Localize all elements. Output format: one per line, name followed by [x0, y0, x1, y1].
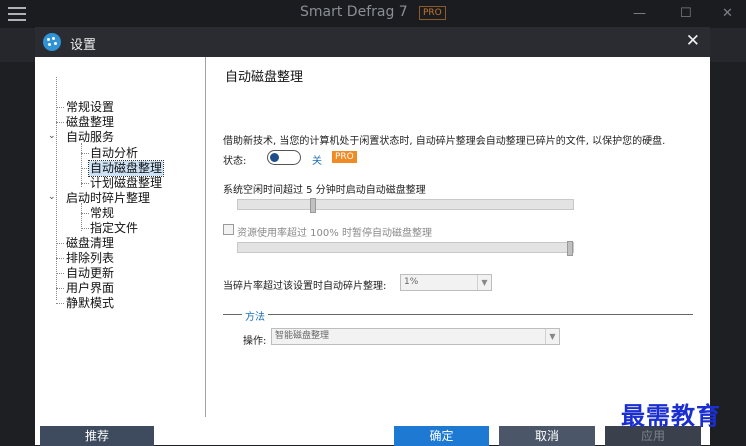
toggle-state-text: 关 — [312, 156, 322, 167]
tree-item-boot-defrag[interactable]: 启动时碎片整理 — [65, 191, 151, 206]
minimize-icon[interactable]: — — [633, 6, 646, 21]
tree-connector — [81, 203, 82, 231]
tree-item-general[interactable]: 常规设置 — [65, 100, 115, 115]
watermark-text: 最需教育 — [621, 401, 721, 430]
app-logo-icon — [43, 33, 61, 51]
tree-item-specified-files[interactable]: 指定文件 — [89, 221, 139, 236]
method-section-title: 方法 — [242, 308, 268, 323]
panel-description: 借助新技术, 当您的计算机处于闲置状态时, 自动碎片整理会自动整理已碎片的文件,… — [223, 136, 666, 147]
menu-icon[interactable] — [8, 7, 26, 21]
tree-item-defrag[interactable]: 磁盘整理 — [65, 115, 115, 130]
fragmentation-select[interactable]: 1% ▼ — [400, 274, 492, 291]
idle-time-label: 系统空闲时间超过 5 分钟时启动自动磁盘整理 — [223, 185, 426, 196]
resource-slider-thumb[interactable] — [567, 241, 573, 256]
tree-item-user-interface[interactable]: 用户界面 — [65, 281, 115, 296]
tree-item-auto-analyze[interactable]: 自动分析 — [89, 146, 139, 161]
maximize-icon[interactable]: ☐ — [680, 6, 692, 21]
idle-slider-thumb[interactable] — [310, 198, 316, 213]
app-titlebar: Smart Defrag 7 PRO — ☐ ✕ — [0, 0, 746, 28]
tree-item-auto-update[interactable]: 自动更新 — [65, 266, 115, 281]
collapse-icon[interactable]: ⌄ — [48, 131, 56, 141]
close-icon[interactable]: ✕ — [722, 6, 733, 21]
toggle-knob — [270, 153, 279, 162]
tree-item-scheduled-defrag[interactable]: 计划磁盘整理 — [89, 176, 163, 191]
app-title: Smart Defrag 7 — [300, 4, 408, 20]
ok-button[interactable]: 确定 — [394, 426, 489, 446]
method-divider — [223, 314, 693, 315]
tree-connector — [56, 77, 57, 300]
operation-value: 智能磁盘整理 — [275, 331, 330, 341]
tree-item-auto-defrag[interactable]: 自动磁盘整理 — [87, 160, 165, 177]
tree-connector — [81, 143, 82, 187]
dialog-close-icon[interactable]: ✕ — [686, 31, 700, 51]
settings-panel: 自动磁盘整理 借助新技术, 当您的计算机处于闲置状态时, 自动碎片整理会自动整理… — [206, 57, 710, 417]
resource-usage-slider[interactable] — [237, 241, 574, 256]
operation-label: 操作: — [243, 336, 267, 347]
tree-item-auto-service[interactable]: 自动服务 — [65, 130, 115, 145]
recommend-button[interactable]: 推荐 — [40, 426, 154, 446]
operation-select[interactable]: 智能磁盘整理 ▼ — [271, 328, 560, 345]
chevron-down-icon: ▼ — [545, 329, 559, 344]
resource-usage-checkbox[interactable] — [223, 224, 234, 235]
pro-badge: PRO — [332, 151, 357, 163]
tree-item-silent-mode[interactable]: 静默模式 — [65, 296, 115, 311]
auto-defrag-toggle[interactable] — [267, 150, 301, 165]
cancel-button[interactable]: 取消 — [499, 426, 595, 446]
status-label: 状态: — [223, 156, 247, 167]
tree-item-boot-general[interactable]: 常规 — [89, 206, 115, 221]
chevron-down-icon: ▼ — [477, 275, 491, 290]
resource-usage-label: 资源使用率超过 100% 时暂停自动磁盘整理 — [237, 228, 432, 239]
dialog-title: 设置 — [70, 38, 97, 53]
panel-title: 自动磁盘整理 — [225, 70, 304, 85]
tree-item-disk-cleanup[interactable]: 磁盘清理 — [65, 236, 115, 251]
settings-dialog: 设置 ✕ ⌄ ⌄ 常规设置 磁盘整理 自动服务 自动分析 自动磁盘整理 计划磁盘… — [35, 27, 710, 446]
app-pro-mark: PRO — [419, 6, 446, 20]
settings-tree: ⌄ ⌄ 常规设置 磁盘整理 自动服务 自动分析 自动磁盘整理 计划磁盘整理 启动… — [35, 57, 206, 417]
collapse-icon[interactable]: ⌄ — [48, 192, 56, 202]
tree-item-exclude-list[interactable]: 排除列表 — [65, 251, 115, 266]
dialog-titlebar: 设置 ✕ — [35, 27, 710, 57]
fragmentation-label: 当碎片率超过该设置时自动碎片整理: — [223, 281, 387, 292]
idle-time-slider[interactable] — [237, 198, 574, 213]
fragmentation-value: 1% — [404, 277, 419, 287]
